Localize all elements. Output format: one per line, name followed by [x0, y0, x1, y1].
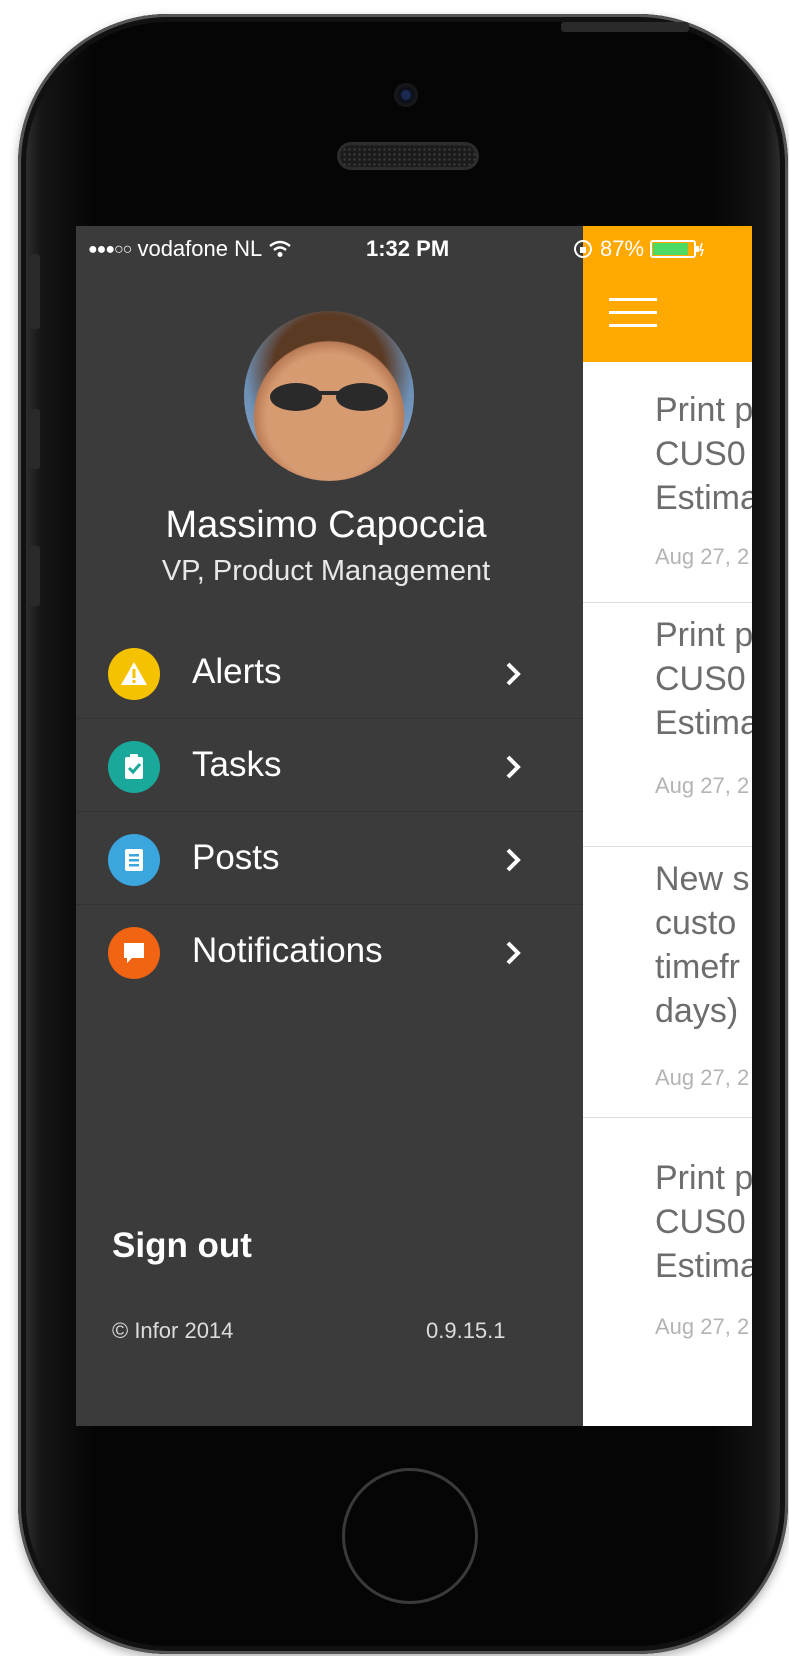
- list-item[interactable]: Print p CUS0 Estima Aug 27, 2: [583, 603, 752, 847]
- menu-item-label: Alerts: [192, 652, 282, 691]
- chevron-right-icon: [506, 755, 521, 779]
- feed-item-line: New s: [655, 860, 750, 898]
- avatar-glasses-icon: [270, 383, 388, 411]
- volume-down-button: [30, 546, 40, 606]
- drawer-menu: Alerts Tasks Posts Notifications: [76, 626, 583, 997]
- feed-item-line: custo: [655, 904, 737, 942]
- document-icon: [108, 834, 160, 886]
- earpiece-speaker: [337, 142, 479, 170]
- hamburger-menu-icon[interactable]: [609, 298, 657, 328]
- screen: Massimo Capoccia VP, Product Management …: [76, 226, 752, 1426]
- status-bar: ●●●○○ vodafone NL 1:32 PM 87%: [76, 226, 752, 270]
- clipboard-check-icon: [108, 741, 160, 793]
- chevron-right-icon: [506, 848, 521, 872]
- menu-item-posts[interactable]: Posts: [76, 812, 583, 905]
- feed-item-line: Print p: [655, 1159, 752, 1197]
- feed-item-date: Aug 27, 2: [655, 1065, 750, 1090]
- carrier-name: vodafone NL: [137, 236, 262, 261]
- feed-item-line: Estima: [655, 479, 752, 517]
- chat-bubble-icon: [108, 927, 160, 979]
- feed-item-line: CUS0: [655, 1203, 746, 1241]
- user-name: Massimo Capoccia: [165, 504, 487, 546]
- menu-item-alerts[interactable]: Alerts: [76, 626, 583, 719]
- status-right-group: 87%: [572, 236, 706, 262]
- feed-item-text: Print p CUS0 Estima: [655, 388, 752, 520]
- chevron-right-icon: [506, 662, 521, 686]
- feed-item-date: Aug 27, 2: [655, 544, 750, 569]
- feed-item-text: Print p CUS0 Estima: [655, 613, 752, 745]
- mute-switch: [30, 254, 40, 329]
- rotation-lock-icon: [574, 240, 592, 258]
- menu-item-label: Tasks: [192, 745, 282, 784]
- copyright-text: © Infor 2014: [112, 1318, 234, 1343]
- list-item[interactable]: New s custo timefr days) Aug 27, 2: [583, 847, 752, 1118]
- power-button: [561, 22, 689, 32]
- menu-item-label: Posts: [192, 838, 280, 877]
- battery-icon: [650, 240, 705, 258]
- feed-item-line: CUS0: [655, 660, 746, 698]
- user-job-title: VP, Product Management: [161, 555, 491, 587]
- volume-up-button: [30, 409, 40, 469]
- version-text: 0.9.15.1: [426, 1318, 506, 1343]
- menu-item-label: Notifications: [192, 931, 383, 970]
- wifi-icon: [268, 240, 291, 257]
- home-button[interactable]: [342, 1468, 478, 1604]
- feed-item-line: CUS0: [655, 435, 746, 473]
- front-camera: [394, 83, 418, 107]
- feed-item-line: Print p: [655, 391, 752, 429]
- feed-item-line: Estima: [655, 1247, 752, 1285]
- menu-item-tasks[interactable]: Tasks: [76, 719, 583, 812]
- feed-item-line: days): [655, 992, 739, 1030]
- feed-item-line: timefr: [655, 948, 740, 986]
- menu-item-notifications[interactable]: Notifications: [76, 905, 583, 997]
- sign-out-button[interactable]: Sign out: [112, 1226, 252, 1266]
- warning-icon: [108, 648, 160, 700]
- feed-item-text: New s custo timefr days): [655, 857, 752, 1033]
- battery-percent: 87%: [600, 236, 645, 261]
- carrier-info: ●●●○○ vodafone NL: [88, 236, 292, 262]
- feed-item-text: Print p CUS0 Estima: [655, 1156, 752, 1288]
- avatar: [244, 311, 414, 481]
- signal-strength-icon: ●●●○○: [88, 241, 132, 258]
- feed-item-line: Print p: [655, 616, 752, 654]
- feed-item-line: Estima: [655, 704, 752, 742]
- chevron-right-icon: [506, 941, 521, 965]
- list-item[interactable]: Print p CUS0 Estima Aug 27, 2: [583, 1118, 752, 1378]
- main-content-panel[interactable]: Print p CUS0 Estima Aug 27, 2 Print p CU…: [583, 226, 752, 1426]
- navigation-drawer: Massimo Capoccia VP, Product Management …: [76, 226, 583, 1426]
- feed-item-date: Aug 27, 2: [655, 773, 750, 798]
- list-item[interactable]: Print p CUS0 Estima Aug 27, 2: [583, 362, 752, 603]
- status-time: 1:32 PM: [366, 236, 450, 261]
- feed-list: Print p CUS0 Estima Aug 27, 2 Print p CU…: [583, 362, 752, 1378]
- feed-item-date: Aug 27, 2: [655, 1314, 750, 1339]
